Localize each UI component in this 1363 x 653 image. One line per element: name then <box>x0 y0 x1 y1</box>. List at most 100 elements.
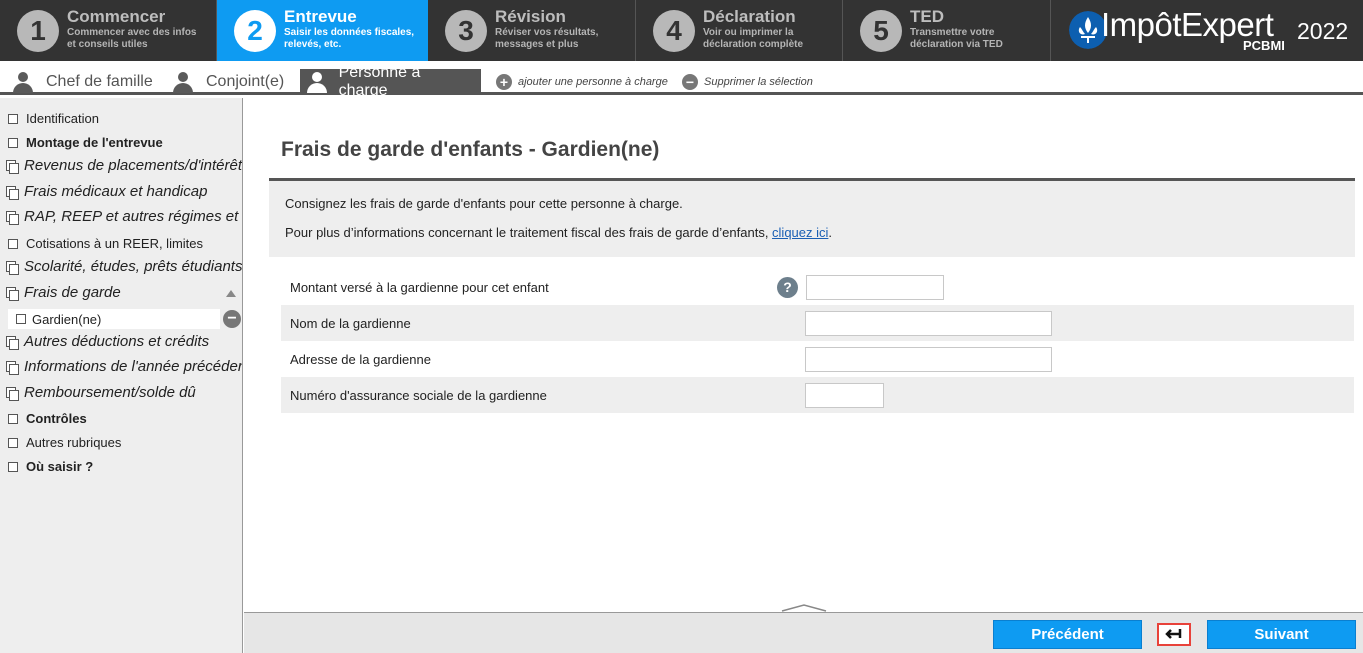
step-number: 2 <box>234 10 276 52</box>
step-title: Révision <box>495 7 566 26</box>
sidebar-item-label: Cotisations à un REER, limites <box>26 236 204 251</box>
person-icon <box>172 71 194 93</box>
sidebar-item-label: Montage de l'entrevue <box>26 135 163 150</box>
sidebar-item-frais-de-garde[interactable]: Frais de garde <box>0 284 242 301</box>
field-row-nom: Nom de la gardienne <box>281 305 1354 341</box>
step-number: 5 <box>860 10 902 52</box>
expand-panel-icon[interactable] <box>779 603 829 613</box>
step-ted[interactable]: 5 TED Transmettre votre déclaration via … <box>843 0 1051 61</box>
sidebar-item-remboursement[interactable]: Remboursement/solde dû <box>0 384 242 401</box>
info-prefix: Pour plus d’informations concernant le t… <box>285 225 773 240</box>
remove-item-icon[interactable]: − <box>223 310 241 328</box>
checkbox-icon <box>8 238 18 249</box>
plus-icon: + <box>496 74 512 90</box>
field-row-nas: Numéro d'assurance sociale de la gardien… <box>281 377 1354 413</box>
step-desc: Saisir les données fiscales, <box>284 27 415 38</box>
step-revision[interactable]: 3 Révision Réviser vos résultats, messag… <box>428 0 636 61</box>
adresse-input[interactable] <box>805 347 1052 372</box>
sidebar-item-label: RAP, REEP et autres régimes et fonds <box>24 208 242 225</box>
app-window: 1 Commencer Commencer avec des infos et … <box>0 0 1363 653</box>
sidebar-item-label: Scolarité, études, prêts étudiants <box>24 258 243 275</box>
step-desc: relevés, etc. <box>284 39 342 50</box>
checkbox-icon <box>8 413 18 424</box>
back-button[interactable] <box>1157 623 1191 646</box>
help-icon[interactable]: ? <box>777 277 798 298</box>
add-dependant-button[interactable]: + ajouter une personne à charge <box>496 69 668 95</box>
field-row-adresse: Adresse de la gardienne <box>281 341 1354 377</box>
pages-icon <box>6 386 19 401</box>
step-desc: Transmettre votre <box>910 27 995 38</box>
sidebar-item-montage[interactable]: Montage de l'entrevue <box>0 135 242 150</box>
tab-label: Personne à charge <box>338 64 421 99</box>
montant-input[interactable] <box>806 275 944 300</box>
info-text-more: Pour plus d’informations concernant le t… <box>285 225 832 240</box>
bottom-bar: Précédent Suivant <box>244 604 1363 653</box>
field-label: Montant versé à la gardienne pour cet en… <box>290 280 549 295</box>
info-suffix: . <box>828 225 833 240</box>
sidebar-item-rap-reep[interactable]: RAP, REEP et autres régimes et fonds <box>0 208 242 225</box>
pages-icon <box>6 159 19 174</box>
sidebar-item-revenus[interactable]: Revenus de placements/d'intérêts <box>0 157 243 174</box>
tab-personne-a-charge[interactable]: Personne à charge <box>300 64 481 99</box>
sidebar-item-label: Identification <box>26 111 99 126</box>
field-label: Adresse de la gardienne <box>290 352 431 367</box>
checkbox-icon <box>8 461 18 472</box>
person-tabs: Chef de famille Conjoint(e) Personne à c… <box>0 64 1363 99</box>
step-declaration[interactable]: 4 Déclaration Voir ou imprimer la déclar… <box>636 0 843 61</box>
step-entrevue[interactable]: 2 Entrevue Saisir les données fiscales, … <box>217 0 428 61</box>
add-dependant-label: ajouter une personne à charge <box>518 76 668 88</box>
minus-icon: − <box>682 74 698 90</box>
sidebar-item-ou-saisir[interactable]: Où saisir ? <box>0 459 242 474</box>
pages-icon <box>6 360 19 375</box>
nas-input[interactable] <box>805 383 884 408</box>
step-desc: et conseils utiles <box>67 39 148 50</box>
sidebar-item-label: Frais de garde <box>24 284 121 301</box>
sidebar-item-informations[interactable]: Informations de l'année précédente <box>0 358 242 375</box>
step-title: TED <box>910 7 944 26</box>
pages-icon <box>6 335 19 350</box>
sidebar-item-autres-rubriques[interactable]: Autres rubriques <box>0 435 242 450</box>
tab-chef-de-famille[interactable]: Chef de famille <box>12 69 153 95</box>
sidebar-item-label: Revenus de placements/d'intérêts <box>24 157 243 174</box>
checkbox-icon <box>8 113 18 124</box>
next-button[interactable]: Suivant <box>1207 620 1356 649</box>
field-row-montant: Montant versé à la gardienne pour cet en… <box>281 269 1354 305</box>
step-title: Déclaration <box>703 7 796 26</box>
step-number: 1 <box>17 10 59 52</box>
brand-year: 2022 <box>1297 18 1349 44</box>
checkbox-icon <box>8 137 18 148</box>
person-icon <box>306 71 327 93</box>
sidebar-item-scolarite[interactable]: Scolarité, études, prêts étudiants <box>0 258 243 275</box>
step-desc: déclaration complète <box>703 39 804 50</box>
step-desc: déclaration via TED <box>910 39 1003 50</box>
sidebar-item-label: Frais médicaux et handicap <box>24 183 208 200</box>
click-here-link[interactable]: cliquez ici <box>772 225 828 240</box>
steps-bar: 1 Commencer Commencer avec des infos et … <box>0 0 1363 61</box>
remove-selection-button[interactable]: − Supprimer la sélection <box>682 69 813 95</box>
field-label: Nom de la gardienne <box>290 316 411 331</box>
sidebar-item-autres-deductions[interactable]: Autres déductions et crédits <box>0 333 242 350</box>
sidebar-item-gardien[interactable]: Gardien(ne) <box>8 309 220 329</box>
checkbox-icon <box>16 314 26 324</box>
sidebar-item-cotisations[interactable]: Cotisations à un REER, limites <box>0 236 242 251</box>
sidebar-item-frais-medicaux[interactable]: Frais médicaux et handicap <box>0 183 242 200</box>
info-text: Consignez les frais de garde d'enfants p… <box>285 196 683 211</box>
sidebar-item-controles[interactable]: Contrôles <box>0 411 242 426</box>
pages-icon <box>6 185 19 200</box>
collapse-up-icon[interactable] <box>226 290 236 297</box>
step-commencer[interactable]: 1 Commencer Commencer avec des infos et … <box>0 0 217 61</box>
sidebar-item-label: Autres déductions et crédits <box>24 333 210 350</box>
step-number: 4 <box>653 10 695 52</box>
step-desc: Réviser vos résultats, <box>495 27 599 38</box>
page-title: Frais de garde d'enfants - Gardien(ne) <box>281 138 660 161</box>
tab-label: Conjoint(e) <box>206 73 285 90</box>
brand-sub: PCBMI <box>1243 38 1285 53</box>
pages-icon <box>6 210 19 225</box>
step-title: Commencer <box>67 7 166 26</box>
tab-conjoint[interactable]: Conjoint(e) <box>172 69 284 95</box>
sidebar-item-label: Remboursement/solde dû <box>24 384 196 401</box>
info-panel: Consignez les frais de garde d'enfants p… <box>269 178 1355 257</box>
sidebar-item-identification[interactable]: Identification <box>0 111 242 126</box>
nom-input[interactable] <box>805 311 1052 336</box>
previous-button[interactable]: Précédent <box>993 620 1142 649</box>
